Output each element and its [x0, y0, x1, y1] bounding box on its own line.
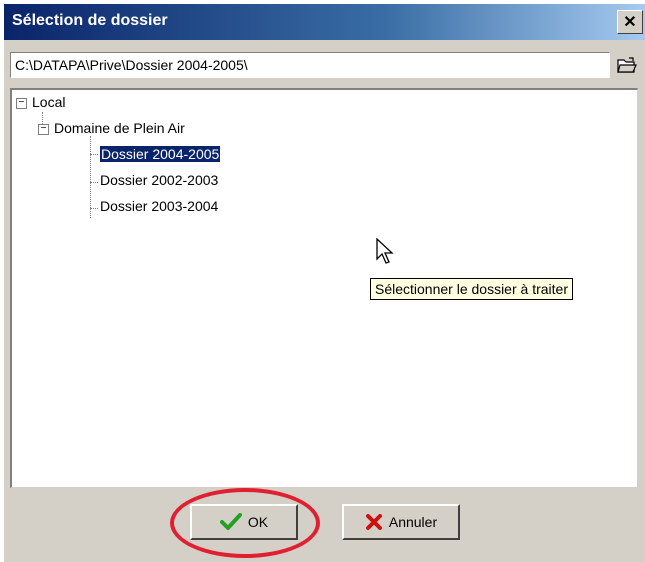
- tree-node-local[interactable]: Local: [32, 94, 65, 110]
- close-icon: ✕: [623, 14, 637, 31]
- folder-open-icon: [617, 57, 637, 73]
- ok-label: OK: [247, 514, 269, 530]
- collapse-icon[interactable]: −: [16, 98, 27, 109]
- ok-button[interactable]: OK: [190, 504, 298, 540]
- tooltip: Sélectionner le dossier à traiter: [370, 278, 573, 300]
- tree-node-domain[interactable]: Domaine de Plein Air: [54, 120, 185, 136]
- tree-connector: [90, 182, 98, 183]
- tree-node-folder[interactable]: Dossier 2003-2004: [100, 198, 218, 214]
- tree-connector: [90, 208, 98, 209]
- tree-connector: [90, 136, 91, 218]
- checkmark-icon: [219, 513, 242, 530]
- cancel-label: Annuler: [388, 514, 438, 530]
- tree-node-folder[interactable]: Dossier 2002-2003: [100, 172, 218, 188]
- mouse-cursor-icon: [376, 238, 394, 264]
- cancel-button[interactable]: Annuler: [342, 504, 460, 540]
- tree-node-folder[interactable]: Dossier 2004-2005: [98, 145, 222, 163]
- close-button[interactable]: ✕: [617, 10, 643, 34]
- collapse-icon[interactable]: −: [38, 124, 49, 135]
- title-bar: Sélection de dossier ✕: [4, 4, 645, 40]
- browse-folder-button[interactable]: [614, 52, 640, 78]
- path-field[interactable]: C:\DATAPA\Prive\Dossier 2004-2005\: [10, 52, 610, 78]
- window-title: Sélection de dossier: [12, 12, 168, 29]
- tree-connector: [90, 154, 98, 155]
- x-mark-icon: [365, 514, 382, 530]
